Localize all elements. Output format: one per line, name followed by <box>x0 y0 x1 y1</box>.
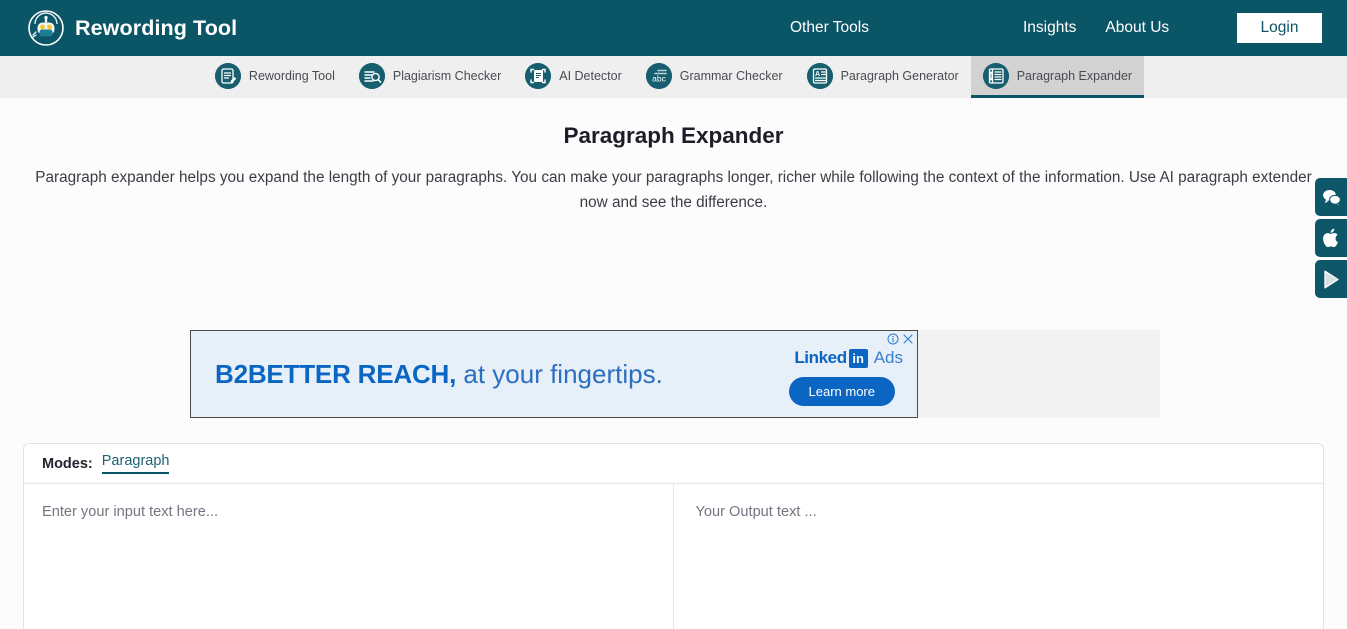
page-body: Paragraph Expander Paragraph expander he… <box>0 98 1347 629</box>
brand-logo[interactable]: Rewording Tool <box>28 10 237 46</box>
tab-label: Paragraph Generator <box>840 68 959 83</box>
document-scan-icon <box>525 62 552 89</box>
brand-name: Rewording Tool <box>75 15 238 40</box>
tab-label: Plagiarism Checker <box>392 68 502 83</box>
nav-item-about-us[interactable]: About Us <box>1105 19 1169 37</box>
svg-text:abc: abc <box>652 73 666 83</box>
document-pencil-icon <box>214 62 241 89</box>
page-title: Paragraph Expander <box>563 123 784 148</box>
tab-plagiarism-checker[interactable]: Plagiarism Checker <box>347 56 513 98</box>
tab-label: Rewording Tool <box>248 68 335 83</box>
ad-controls <box>887 333 914 345</box>
ad-headline-mid: ETTER REACH, <box>266 359 457 389</box>
ad-banner[interactable]: B2BETTER REACH, at your fingertips. Link… <box>190 330 918 418</box>
tab-label: Grammar Checker <box>679 68 783 83</box>
tab-paragraph-expander[interactable]: Paragraph Expander <box>970 56 1145 98</box>
site-header: Rewording Tool Other Tools Insights Abou… <box>0 0 1347 56</box>
tool-tab-strip: Rewording Tool Plagiarism Checker AI Det… <box>0 56 1347 98</box>
floating-side-widgets <box>1315 178 1347 298</box>
input-pane[interactable]: Enter your input text here... <box>24 484 674 629</box>
output-placeholder[interactable]: Your Output text ... <box>696 504 1324 520</box>
tab-label: Paragraph Expander <box>1016 68 1133 83</box>
chat-bubbles-icon <box>1322 189 1341 206</box>
ad-close-icon[interactable] <box>902 333 914 345</box>
abc-icon: abc <box>645 62 672 89</box>
linkedin-in-badge: in <box>848 348 868 368</box>
apple-icon <box>1322 228 1338 248</box>
linkedin-ads-suffix: Ads <box>873 348 903 367</box>
chat-support-button[interactable] <box>1315 178 1347 216</box>
ad-container: B2BETTER REACH, at your fingertips. Link… <box>190 330 1160 418</box>
login-button[interactable]: Login <box>1237 13 1322 43</box>
document-search-icon <box>358 62 385 89</box>
ad-headline: B2BETTER REACH, at your fingertips. <box>215 359 663 390</box>
input-placeholder[interactable]: Enter your input text here... <box>42 504 673 520</box>
linkedin-wordmark: Linked <box>794 348 847 367</box>
page-description: Paragraph expander helps you expand the … <box>35 169 1312 211</box>
document-expand-icon <box>982 62 1009 89</box>
tool-card: Modes: Paragraph Enter your input text h… <box>23 443 1324 629</box>
play-store-button[interactable] <box>1315 260 1347 298</box>
document-lines-a-icon: A <box>806 62 833 89</box>
linkedin-ads-logo: Linked in Ads <box>794 348 903 368</box>
ad-headline-light: at your fingertips. <box>456 359 663 389</box>
google-play-icon <box>1323 270 1339 288</box>
tab-label: AI Detector <box>559 68 622 83</box>
nav-item-other-tools[interactable]: Other Tools <box>790 19 869 37</box>
modes-bar: Modes: Paragraph <box>24 444 1323 484</box>
robot-mascot-icon <box>28 10 64 46</box>
app-store-button[interactable] <box>1315 219 1347 257</box>
editor-row: Enter your input text here... Your Outpu… <box>24 484 1323 629</box>
tab-ai-detector[interactable]: AI Detector <box>513 56 634 98</box>
ad-info-icon[interactable] <box>887 333 899 345</box>
modes-label: Modes: <box>42 455 93 472</box>
header-navigation: Other Tools Insights About Us <box>790 0 1169 56</box>
svg-text:A: A <box>815 71 820 78</box>
nav-item-insights[interactable]: Insights <box>1023 19 1076 37</box>
ad-learn-more-button[interactable]: Learn more <box>788 377 895 406</box>
output-pane[interactable]: Your Output text ... <box>674 484 1324 629</box>
tab-grammar-checker[interactable]: abc Grammar Checker <box>634 56 795 98</box>
tab-rewording-tool[interactable]: Rewording Tool <box>203 56 347 98</box>
ad-headline-bold: B2B <box>215 359 267 389</box>
tab-paragraph-generator[interactable]: A Paragraph Generator <box>795 56 971 98</box>
mode-paragraph[interactable]: Paragraph <box>101 453 170 474</box>
